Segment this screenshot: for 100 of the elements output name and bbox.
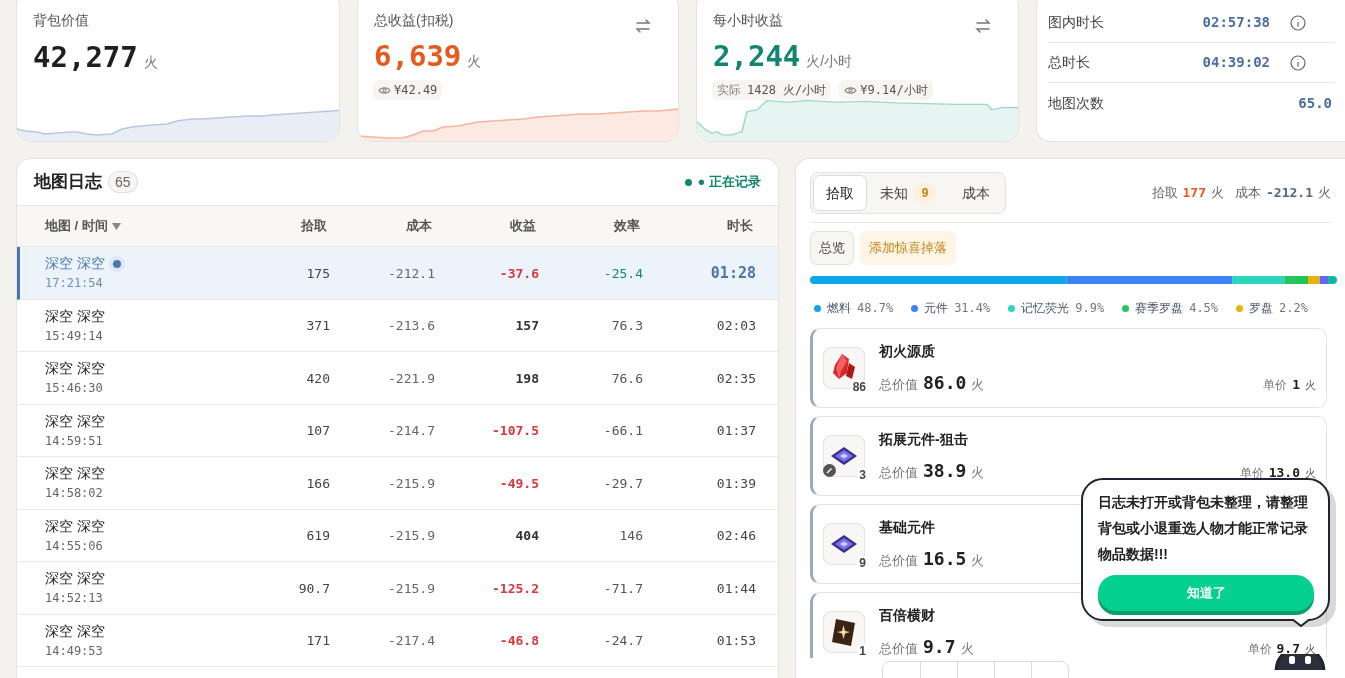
table-row[interactable]: 深空 深空 15:49:14 371 -213.6 157 76.3 02:03: [17, 299, 778, 352]
total-unit: 火: [971, 375, 985, 394]
stat-value: 2,244: [713, 42, 801, 71]
cost-cell: -217.4: [388, 633, 435, 649]
card-title: 总收益(扣税): [374, 11, 454, 30]
total-unit: 火: [960, 639, 974, 658]
legend-label: 赛季罗盘: [1135, 300, 1184, 317]
total-value: 9.7: [923, 634, 956, 658]
legend-label: 元件: [924, 300, 949, 317]
price-value: 1: [1292, 375, 1300, 394]
price-value: 13.0: [1268, 463, 1300, 482]
swap-button[interactable]: [974, 18, 992, 34]
summary-value: 177: [1182, 184, 1207, 203]
tab[interactable]: 成本: [949, 175, 1003, 211]
pickup-cell: 175: [306, 265, 330, 281]
stat-unit: 火: [467, 52, 482, 71]
price-label: 单价: [1239, 464, 1264, 482]
cost-cell: -214.7: [388, 423, 435, 439]
pickup-cell: 619: [306, 528, 330, 544]
duration-cell: 01:44: [716, 580, 756, 596]
map-name: 深空 深空: [45, 254, 105, 274]
summary-unit: 火: [1318, 184, 1331, 203]
price-label: 单价: [1263, 376, 1288, 394]
chip-value: ¥42.49: [394, 82, 438, 99]
cost-cell: -215.9: [388, 528, 435, 544]
duration-cell: 02:35: [716, 370, 756, 386]
quantity-badge: 1: [857, 644, 868, 658]
profit-cell: -107.5: [492, 423, 539, 439]
efficiency-cell: -24.7: [603, 633, 643, 649]
stat-value: 6,639: [374, 42, 462, 71]
item-card[interactable]: 86 初火源质 总价值 86.0 火 单价 1 火: [810, 328, 1327, 408]
stat-unit: 火: [143, 53, 158, 72]
column-header[interactable]: 地图 / 时间: [45, 216, 108, 236]
table-row[interactable]: 深空 深空 14:55:06 619 -215.9 404 146 02:46: [17, 509, 778, 562]
total-label: 总价值: [879, 551, 918, 570]
efficiency-cell: 146: [619, 528, 643, 544]
profit-cell: 404: [515, 528, 539, 544]
table-row[interactable]: 深空 深空 14:52:13 90.7 -215.9 -125.2 -71.7 01:44: [17, 562, 778, 615]
table-row[interactable]: 深空 深空 14:59:51 107 -214.7 -107.5 -66.1 01:37: [17, 404, 778, 457]
legend-label: 记忆荧光: [1021, 300, 1070, 317]
swap-button[interactable]: [634, 18, 652, 34]
cost-cell: -212.1: [388, 265, 435, 281]
cost-cell: -221.9: [388, 370, 435, 386]
tab[interactable]: 未知 9: [867, 175, 949, 211]
total-value: 86.0: [923, 370, 967, 395]
column-header: 效率: [614, 217, 640, 236]
item-name: 百倍横财: [879, 605, 935, 625]
stat-value: 42,277: [33, 43, 138, 72]
profit-cell: -37.6: [499, 265, 539, 281]
table-row[interactable]: 深空 深空 15:46:30 420 -221.9 198 76.6 02:35: [17, 352, 778, 405]
filter-button[interactable]: 总览: [810, 231, 854, 265]
cost-cell: -215.9: [388, 475, 435, 491]
recording-status: ● 正在记录: [697, 173, 761, 192]
efficiency-cell: -71.7: [603, 580, 643, 596]
duration-cell: 01:53: [716, 633, 756, 649]
column-header: 拾取: [301, 217, 327, 236]
total-label: 总价值: [879, 375, 918, 394]
map-name: 深空 深空: [45, 464, 105, 484]
duration-cell: 01:28: [710, 263, 756, 282]
map-name: 深空 深空: [45, 359, 105, 379]
map-time: 14:58:02: [45, 485, 104, 503]
table-row[interactable]: 深空 深空 14:49:53 171 -217.4 -46.8 -24.7 01:53: [17, 614, 778, 667]
efficiency-cell: 76.3: [611, 318, 643, 334]
duration-cell: 01:39: [716, 475, 756, 491]
stat-value: 04:39:02: [1202, 53, 1270, 72]
count-badge: 65: [108, 171, 138, 193]
count-badge: 9: [914, 182, 936, 204]
legend-value: 48.7%: [857, 300, 894, 317]
profit-cell: -125.2: [492, 580, 539, 596]
chip-label: 实际: [717, 82, 741, 99]
table-row[interactable]: 深空 深空 14:58:02 166 -215.9 -49.5 -29.7 01:39: [17, 457, 778, 510]
column-header: 时长: [727, 217, 753, 236]
map-name: 深空 深空: [45, 569, 105, 589]
map-time: 15:46:30: [45, 380, 104, 398]
legend-label: 罗盘: [1249, 300, 1274, 317]
map-name: 深空 深空: [45, 411, 105, 431]
map-name: 深空 深空: [45, 516, 105, 536]
stat-label: 总时长: [1048, 53, 1091, 72]
column-header: 收益: [510, 217, 536, 236]
total-value: 16.5: [923, 546, 967, 571]
cost-cell: -215.9: [388, 580, 435, 596]
efficiency-cell: -29.7: [603, 475, 643, 491]
map-time: 14:52:13: [45, 590, 104, 608]
duration-cell: 01:37: [716, 423, 756, 439]
total-label: 总价值: [879, 463, 918, 482]
swap-icon: [634, 18, 652, 34]
cost-cell: -213.6: [388, 318, 435, 334]
duration-cell: 02:46: [716, 528, 756, 544]
map-time: 14:59:51: [45, 432, 104, 450]
chip-value: 1428 火/小时: [747, 82, 827, 99]
item-name: 初火源质: [879, 341, 935, 361]
tab[interactable]: 拾取: [813, 175, 867, 211]
pickup-cell: 166: [306, 475, 330, 491]
table-row[interactable]: 深空 深空 17:21:54 175 -212.1 -37.6 -25.4 01:28: [17, 247, 778, 300]
profit-cell: -46.8: [499, 633, 539, 649]
pickup-cell: 90.7: [298, 580, 330, 596]
card-title: 每小时收益: [713, 11, 783, 30]
efficiency-cell: -25.4: [603, 265, 643, 281]
quantity-badge: 9: [857, 556, 868, 570]
summary-label: 成本: [1235, 184, 1262, 203]
